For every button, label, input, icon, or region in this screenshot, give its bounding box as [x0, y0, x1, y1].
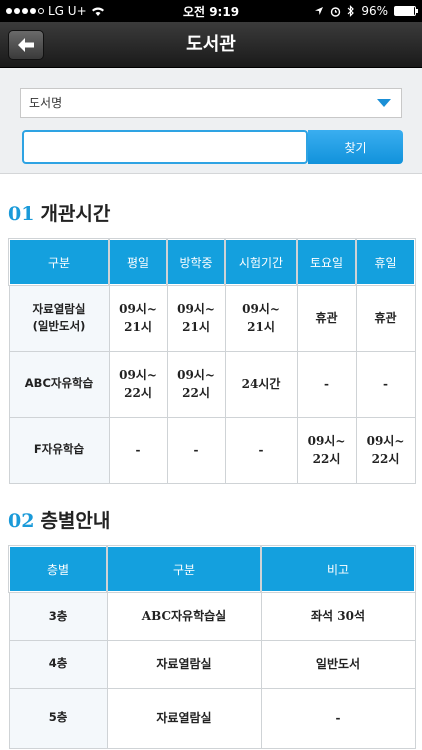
navigation-bar: 도서관: [0, 22, 422, 68]
table-cell: 09시~ 22시: [355, 416, 416, 484]
table-row: 3층 ABC자유학습실 좌석 30석: [8, 591, 416, 641]
hours-header-cell: 휴일: [355, 238, 416, 286]
table-cell: 09시~ 21시: [224, 284, 298, 352]
table-cell: -: [108, 416, 168, 484]
table-row: 5층 자료열람실 -: [8, 687, 416, 749]
hours-header-cell: 구분: [8, 238, 110, 286]
hours-header-cell: 토요일: [296, 238, 357, 286]
battery-icon: [394, 6, 418, 16]
search-button[interactable]: 찾기: [308, 130, 403, 164]
row-header-cell: 5층: [8, 687, 108, 749]
status-right: 96%: [266, 4, 418, 18]
status-left: LG U+: [6, 4, 156, 18]
table-cell: ABC자유학습실: [106, 591, 262, 641]
row-header-cell: ABC자유학습: [8, 350, 110, 418]
floors-header-cell: 구분: [106, 545, 262, 593]
hours-header-cell: 평일: [108, 238, 168, 286]
hours-header-cell: 방학중: [166, 238, 226, 286]
floors-section-number: 02: [8, 510, 35, 532]
location-icon: [315, 7, 324, 15]
search-type-select[interactable]: 도서명: [20, 88, 402, 118]
status-time: 오전 9:19: [182, 4, 240, 19]
carrier-label: LG U+: [48, 4, 87, 18]
table-cell: 자료열람실: [106, 639, 262, 689]
floors-section-title: 02 층별안내: [8, 506, 110, 533]
search-panel: 도서명 찾기: [0, 68, 422, 174]
hours-section-number: 01: [8, 203, 35, 225]
table-cell: -: [166, 416, 226, 484]
floors-section-label: 층별안내: [40, 510, 111, 532]
row-header-cell: 자료열람실 (일반도서): [8, 284, 110, 352]
table-cell: 휴관: [296, 284, 357, 352]
table-cell: -: [260, 687, 416, 749]
row-header-cell: 4층: [8, 639, 108, 689]
battery-percent: 96%: [361, 4, 388, 18]
table-row: 자료열람실 (일반도서) 09시~ 21시 09시~ 21시 09시~ 21시 휴관 휴관: [8, 284, 416, 352]
table-cell: 자료열람실: [106, 687, 262, 749]
floors-table-header: 층별 구분 비고: [8, 545, 416, 593]
table-cell: 휴관: [355, 284, 416, 352]
hours-section-label: 개관시간: [40, 203, 111, 225]
search-input[interactable]: [22, 130, 308, 164]
table-cell: 09시~ 22시: [296, 416, 357, 484]
table-cell: 24시간: [224, 350, 298, 418]
back-button[interactable]: [8, 30, 44, 60]
table-row: ABC자유학습 09시~ 22시 09시~ 22시 24시간 - -: [8, 350, 416, 418]
table-cell: 좌석 30석: [260, 591, 416, 641]
row-header-cell: 3층: [8, 591, 108, 641]
table-cell: -: [296, 350, 357, 418]
table-row: 4층 자료열람실 일반도서: [8, 639, 416, 689]
hours-table: 구분 평일 방학중 시험기간 토요일 휴일 자료열람실 (일반도서) 09시~ 21시 09시…: [8, 238, 416, 484]
wifi-icon: [91, 7, 104, 16]
hours-section-title: 01 개관시간: [8, 199, 110, 226]
table-row: F자유학습 - - -09시~ 22시 09시~ 22시: [8, 416, 416, 484]
bluetooth-icon: [347, 5, 355, 17]
table-cell: -: [355, 350, 416, 418]
table-cell: 일반도서: [260, 639, 416, 689]
table-cell: 09시~ 22시: [166, 350, 226, 418]
hours-table-header: 구분 평일 방학중 시험기간 토요일 휴일: [8, 238, 416, 286]
table-cell: 09시~ 21시: [108, 284, 168, 352]
alarm-icon: [331, 6, 341, 17]
row-header-cell: F자유학습: [8, 416, 110, 484]
back-arrow-icon: [18, 38, 34, 52]
signal-strength-icon: [6, 8, 44, 14]
page-title: 도서관: [186, 34, 236, 55]
floors-header-cell: 층별: [8, 545, 108, 593]
dropdown-arrow-icon: [377, 99, 391, 107]
floors-table: 층별 구분 비고 3층 ABC자유학습실 좌석 30석 4층 자료열람실 일반도서 5층 자료열람…: [8, 545, 416, 749]
table-cell: 09시~ 22시: [108, 350, 168, 418]
floors-header-cell: 비고: [260, 545, 416, 593]
search-type-value: 도서명: [29, 96, 63, 110]
status-bar: LG U+ 오전 9:19 96%: [0, 0, 422, 22]
hours-header-cell: 시험기간: [224, 238, 298, 286]
table-cell: -: [224, 416, 298, 484]
table-cell: 09시~ 21시: [166, 284, 226, 352]
